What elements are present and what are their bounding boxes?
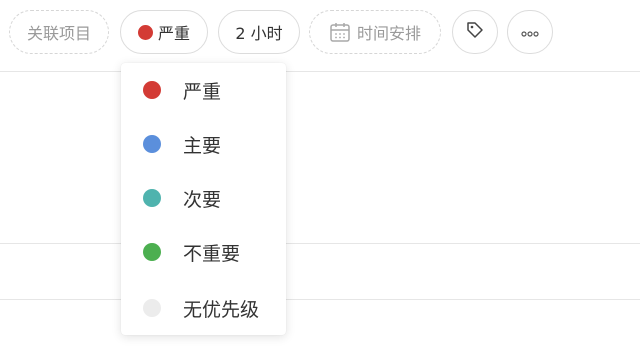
priority-color-dot <box>143 189 161 207</box>
priority-button[interactable]: 严重 <box>120 10 208 54</box>
task-detail-page: 关联项目 严重 2 小时 时间安排 严重 主要 次要 不重要 无优先级 <box>0 0 640 346</box>
priority-option-none[interactable]: 无优先级 <box>121 281 286 335</box>
more-icon <box>520 23 540 42</box>
priority-option-label: 严重 <box>183 80 222 103</box>
priority-option-label: 主要 <box>183 134 222 157</box>
schedule-button[interactable]: 时间安排 <box>309 10 441 54</box>
priority-dropdown-menu: 严重 主要 次要 不重要 无优先级 <box>121 63 286 335</box>
priority-color-dot <box>143 135 161 153</box>
divider <box>0 243 640 244</box>
link-project-label: 关联项目 <box>26 24 91 43</box>
priority-option-minor[interactable]: 次要 <box>121 171 286 225</box>
priority-option-major[interactable]: 主要 <box>121 117 286 171</box>
estimate-hours-button[interactable]: 2 小时 <box>218 10 300 54</box>
priority-color-dot <box>143 81 161 99</box>
estimate-hours-label: 2 小时 <box>235 24 283 43</box>
priority-dot-icon <box>137 24 153 40</box>
divider <box>0 71 640 72</box>
priority-option-label: 不重要 <box>183 242 241 265</box>
priority-option-critical[interactable]: 严重 <box>121 63 286 117</box>
priority-color-dot <box>143 243 161 261</box>
priority-option-trivial[interactable]: 不重要 <box>121 225 286 279</box>
task-toolbar: 关联项目 严重 2 小时 时间安排 <box>0 0 640 64</box>
priority-option-label: 次要 <box>183 188 222 211</box>
priority-label: 严重 <box>157 24 190 43</box>
schedule-label: 时间安排 <box>356 24 421 43</box>
priority-option-label: 无优先级 <box>183 298 260 321</box>
divider <box>0 299 640 300</box>
tag-button[interactable] <box>452 10 498 54</box>
link-project-button[interactable]: 关联项目 <box>9 10 109 54</box>
more-button[interactable] <box>507 10 553 54</box>
priority-color-dot <box>143 299 161 317</box>
calendar-icon <box>329 21 351 43</box>
tag-icon <box>465 20 485 44</box>
